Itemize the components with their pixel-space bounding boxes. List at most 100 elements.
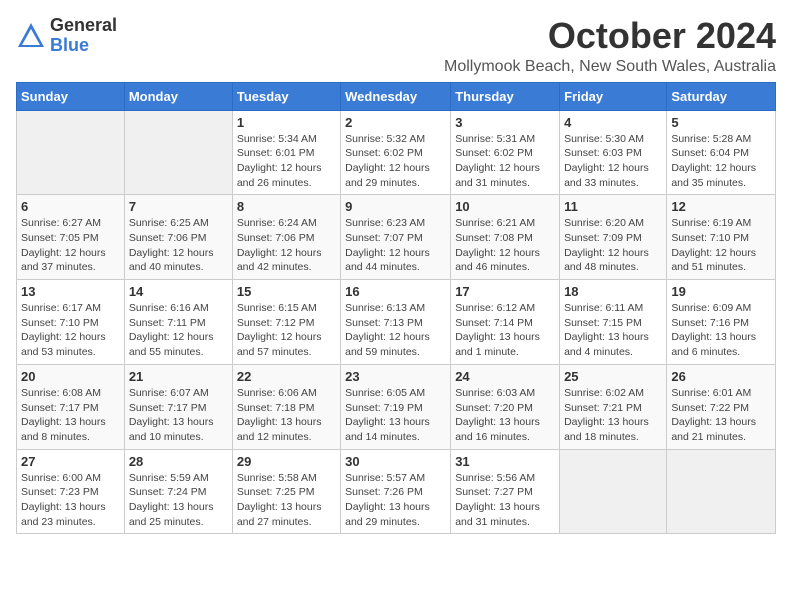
week-row-2: 6 Sunrise: 6:27 AMSunset: 7:05 PMDaylight… [17, 195, 776, 280]
day-info: Sunrise: 5:57 AMSunset: 7:26 PMDaylight:… [345, 471, 446, 530]
logo-general: General [50, 16, 117, 36]
day-info: Sunrise: 6:05 AMSunset: 7:19 PMDaylight:… [345, 386, 446, 445]
day-number: 28 [129, 454, 228, 469]
title-section: October 2024 Mollymook Beach, New South … [444, 16, 776, 76]
header-day-saturday: Saturday [667, 82, 776, 110]
calendar-cell: 2 Sunrise: 5:32 AMSunset: 6:02 PMDaylight… [341, 110, 451, 195]
calendar-cell: 14 Sunrise: 6:16 AMSunset: 7:11 PMDayligh… [124, 280, 232, 365]
calendar-cell: 29 Sunrise: 5:58 AMSunset: 7:25 PMDayligh… [232, 449, 340, 534]
week-row-4: 20 Sunrise: 6:08 AMSunset: 7:17 PMDayligh… [17, 364, 776, 449]
calendar-cell: 31 Sunrise: 5:56 AMSunset: 7:27 PMDayligh… [451, 449, 560, 534]
day-number: 2 [345, 115, 446, 130]
calendar-cell: 27 Sunrise: 6:00 AMSunset: 7:23 PMDayligh… [17, 449, 125, 534]
day-number: 13 [21, 284, 120, 299]
calendar-cell: 11Sunrise: 6:20 AMSunset: 7:09 PMDayligh… [560, 195, 667, 280]
day-number: 8 [237, 199, 336, 214]
day-number: 20 [21, 369, 120, 384]
calendar-cell: 22Sunrise: 6:06 AMSunset: 7:18 PMDayligh… [232, 364, 340, 449]
day-info: Sunrise: 6:02 AMSunset: 7:21 PMDaylight:… [564, 386, 662, 445]
day-number: 25 [564, 369, 662, 384]
logo: General Blue [16, 16, 117, 56]
day-number: 23 [345, 369, 446, 384]
day-number: 24 [455, 369, 555, 384]
calendar-cell: 1Sunrise: 5:34 AMSunset: 6:01 PMDaylight… [232, 110, 340, 195]
calendar-cell: 6 Sunrise: 6:27 AMSunset: 7:05 PMDaylight… [17, 195, 125, 280]
day-number: 22 [237, 369, 336, 384]
calendar-cell [667, 449, 776, 534]
day-number: 17 [455, 284, 555, 299]
day-info: Sunrise: 6:21 AMSunset: 7:08 PMDaylight:… [455, 216, 555, 275]
calendar-cell [17, 110, 125, 195]
day-info: Sunrise: 5:56 AMSunset: 7:27 PMDaylight:… [455, 471, 555, 530]
day-number: 1 [237, 115, 336, 130]
day-number: 15 [237, 284, 336, 299]
day-info: Sunrise: 5:30 AMSunset: 6:03 PMDaylight:… [564, 132, 662, 191]
day-info: Sunrise: 5:59 AMSunset: 7:24 PMDaylight:… [129, 471, 228, 530]
day-number: 27 [21, 454, 120, 469]
calendar-cell: 20 Sunrise: 6:08 AMSunset: 7:17 PMDayligh… [17, 364, 125, 449]
calendar-cell: 19 Sunrise: 6:09 AMSunset: 7:16 PMDayligh… [667, 280, 776, 365]
day-info: Sunrise: 5:32 AMSunset: 6:02 PMDaylight:… [345, 132, 446, 191]
calendar-body: 1Sunrise: 5:34 AMSunset: 6:01 PMDaylight… [17, 110, 776, 534]
day-number: 7 [129, 199, 228, 214]
day-info: Sunrise: 6:23 AMSunset: 7:07 PMDaylight:… [345, 216, 446, 275]
day-info: Sunrise: 6:01 AMSunset: 7:22 PMDaylight:… [671, 386, 771, 445]
day-number: 11 [564, 199, 662, 214]
day-info: Sunrise: 6:17 AMSunset: 7:10 PMDaylight:… [21, 301, 120, 360]
calendar-cell: 23 Sunrise: 6:05 AMSunset: 7:19 PMDayligh… [341, 364, 451, 449]
day-number: 4 [564, 115, 662, 130]
logo-blue: Blue [50, 36, 117, 56]
calendar-cell: 25 Sunrise: 6:02 AMSunset: 7:21 PMDayligh… [560, 364, 667, 449]
calendar-cell: 26 Sunrise: 6:01 AMSunset: 7:22 PMDayligh… [667, 364, 776, 449]
calendar-cell: 30Sunrise: 5:57 AMSunset: 7:26 PMDayligh… [341, 449, 451, 534]
header-day-monday: Monday [124, 82, 232, 110]
day-number: 18 [564, 284, 662, 299]
day-info: Sunrise: 6:27 AMSunset: 7:05 PMDaylight:… [21, 216, 120, 275]
day-info: Sunrise: 6:25 AMSunset: 7:06 PMDaylight:… [129, 216, 228, 275]
header-day-thursday: Thursday [451, 82, 560, 110]
day-number: 31 [455, 454, 555, 469]
day-number: 3 [455, 115, 555, 130]
day-info: Sunrise: 5:28 AMSunset: 6:04 PMDaylight:… [671, 132, 771, 191]
header-day-wednesday: Wednesday [341, 82, 451, 110]
day-number: 6 [21, 199, 120, 214]
day-info: Sunrise: 6:16 AMSunset: 7:11 PMDaylight:… [129, 301, 228, 360]
header-day-sunday: Sunday [17, 82, 125, 110]
header-day-friday: Friday [560, 82, 667, 110]
month-title: October 2024 [444, 16, 776, 56]
week-row-3: 13 Sunrise: 6:17 AMSunset: 7:10 PMDayligh… [17, 280, 776, 365]
day-number: 21 [129, 369, 228, 384]
calendar-cell: 24Sunrise: 6:03 AMSunset: 7:20 PMDayligh… [451, 364, 560, 449]
day-number: 19 [671, 284, 771, 299]
calendar-cell: 18Sunrise: 6:11 AMSunset: 7:15 PMDayligh… [560, 280, 667, 365]
calendar-cell: 10Sunrise: 6:21 AMSunset: 7:08 PMDayligh… [451, 195, 560, 280]
header-row: SundayMondayTuesdayWednesdayThursdayFrid… [17, 82, 776, 110]
day-info: Sunrise: 5:58 AMSunset: 7:25 PMDaylight:… [237, 471, 336, 530]
location-title: Mollymook Beach, New South Wales, Austra… [444, 58, 776, 76]
day-info: Sunrise: 6:00 AMSunset: 7:23 PMDaylight:… [21, 471, 120, 530]
calendar-cell: 16Sunrise: 6:13 AMSunset: 7:13 PMDayligh… [341, 280, 451, 365]
day-number: 16 [345, 284, 446, 299]
day-number: 14 [129, 284, 228, 299]
day-info: Sunrise: 6:07 AMSunset: 7:17 PMDaylight:… [129, 386, 228, 445]
day-info: Sunrise: 6:09 AMSunset: 7:16 PMDaylight:… [671, 301, 771, 360]
day-info: Sunrise: 6:12 AMSunset: 7:14 PMDaylight:… [455, 301, 555, 360]
calendar-cell: 3Sunrise: 5:31 AMSunset: 6:02 PMDaylight… [451, 110, 560, 195]
day-number: 29 [237, 454, 336, 469]
calendar-cell: 8Sunrise: 6:24 AMSunset: 7:06 PMDaylight… [232, 195, 340, 280]
day-info: Sunrise: 6:08 AMSunset: 7:17 PMDaylight:… [21, 386, 120, 445]
calendar-table: SundayMondayTuesdayWednesdayThursdayFrid… [16, 82, 776, 535]
day-number: 9 [345, 199, 446, 214]
calendar-cell: 9 Sunrise: 6:23 AMSunset: 7:07 PMDaylight… [341, 195, 451, 280]
calendar-cell: 4 Sunrise: 5:30 AMSunset: 6:03 PMDaylight… [560, 110, 667, 195]
day-number: 5 [671, 115, 771, 130]
calendar-cell: 15 Sunrise: 6:15 AMSunset: 7:12 PMDayligh… [232, 280, 340, 365]
day-info: Sunrise: 6:15 AMSunset: 7:12 PMDaylight:… [237, 301, 336, 360]
calendar-cell [560, 449, 667, 534]
calendar-cell: 28 Sunrise: 5:59 AMSunset: 7:24 PMDayligh… [124, 449, 232, 534]
calendar-cell: 21 Sunrise: 6:07 AMSunset: 7:17 PMDayligh… [124, 364, 232, 449]
calendar-cell: 7 Sunrise: 6:25 AMSunset: 7:06 PMDaylight… [124, 195, 232, 280]
day-number: 26 [671, 369, 771, 384]
logo-text: General Blue [50, 16, 117, 56]
calendar-cell: 13 Sunrise: 6:17 AMSunset: 7:10 PMDayligh… [17, 280, 125, 365]
